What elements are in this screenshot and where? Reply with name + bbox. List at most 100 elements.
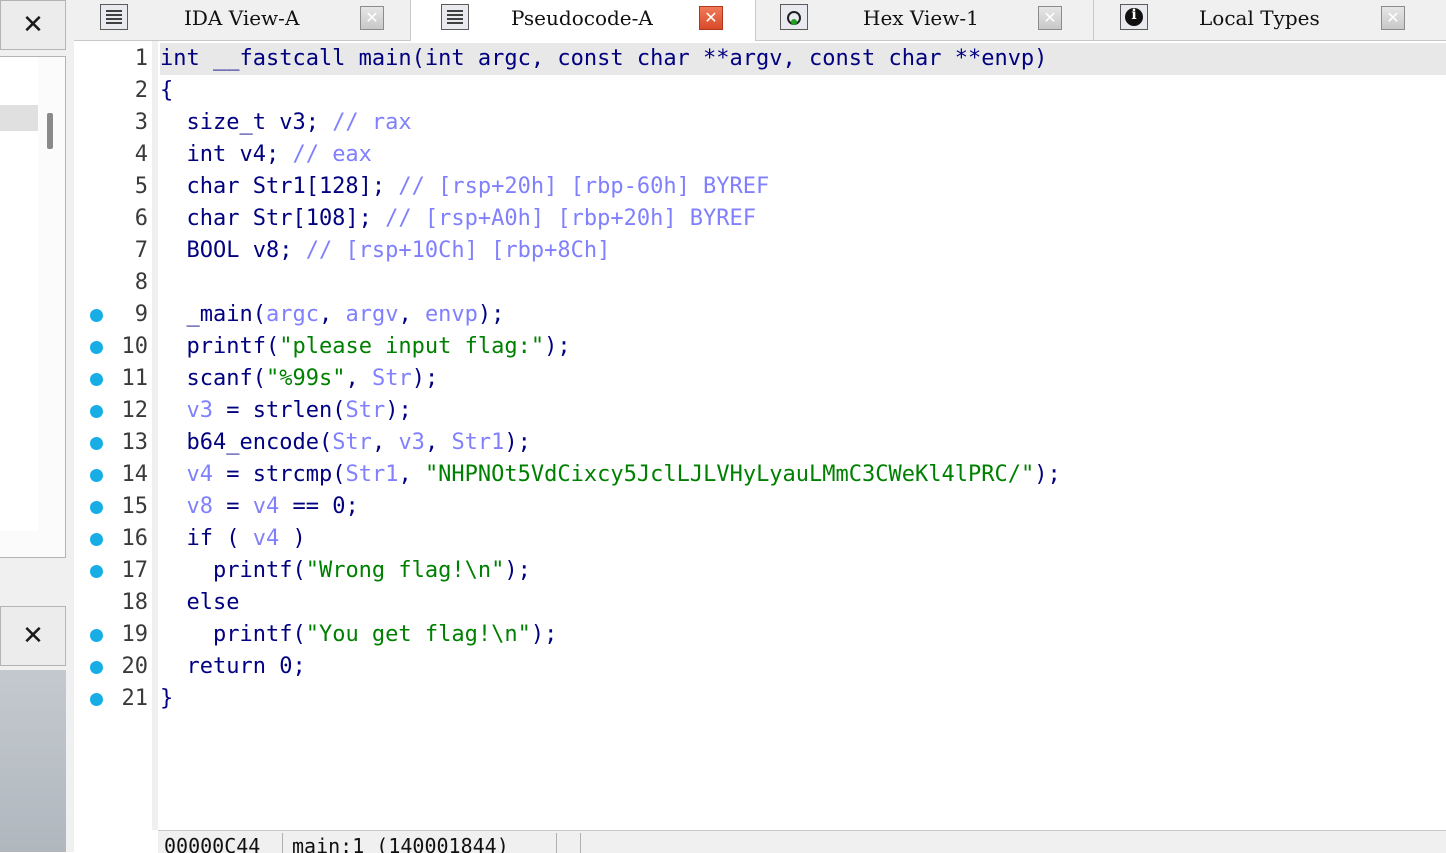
breakpoint-dot-icon[interactable] xyxy=(90,661,103,674)
code-line[interactable]: char Str1[128]; // [rsp+20h] [rbp-60h] B… xyxy=(160,171,1446,203)
code-token[interactable]: size_t v3; xyxy=(160,110,332,135)
code-line[interactable]: v4 = strcmp(Str1, "NHPNOt5VdCixcy5JclLJL… xyxy=(160,459,1446,491)
selected-list-item[interactable] xyxy=(0,105,38,131)
code-token[interactable]: "Wrong flag!\n" xyxy=(306,558,505,583)
code-token[interactable]: ); xyxy=(385,398,412,423)
line-number-row[interactable]: 8 xyxy=(74,267,152,299)
code-token[interactable]: Str xyxy=(332,430,372,455)
code-token[interactable]: // [rsp+10Ch] [rbp+8Ch] xyxy=(306,238,611,263)
code-token[interactable]: , xyxy=(319,302,346,327)
line-number-row[interactable]: 10 xyxy=(74,331,152,363)
code-token[interactable]: // rax xyxy=(332,110,411,135)
code-token[interactable]: , xyxy=(345,366,372,391)
breakpoint-dot-icon[interactable] xyxy=(90,629,103,642)
code-token[interactable]: Str xyxy=(345,398,385,423)
close-icon[interactable]: ✕ xyxy=(1038,6,1062,30)
code-token[interactable]: Str xyxy=(372,366,412,391)
code-token[interactable]: // [rsp+20h] [rbp-60h] BYREF xyxy=(398,174,769,199)
line-number-row[interactable]: 6 xyxy=(74,203,152,235)
line-number-row[interactable]: 14 xyxy=(74,459,152,491)
code-token[interactable]: v3 xyxy=(187,398,214,423)
code-line[interactable]: _main(argc, argv, envp); xyxy=(160,299,1446,331)
code-line[interactable]: return 0; xyxy=(160,651,1446,683)
breakpoint-dot-icon[interactable] xyxy=(90,533,103,546)
panel-close-button[interactable]: ✕ xyxy=(0,0,66,50)
code-token[interactable]: v4 xyxy=(253,526,280,551)
breakpoint-dot-icon[interactable] xyxy=(90,501,103,514)
code-token[interactable]: _main( xyxy=(160,302,265,327)
close-icon[interactable]: ✕ xyxy=(1381,6,1405,30)
breakpoint-dot-icon[interactable] xyxy=(90,373,103,386)
code-line[interactable]: b64_encode(Str, v3, Str1); xyxy=(160,427,1446,459)
code-line[interactable]: BOOL v8; // [rsp+10Ch] [rbp+8Ch] xyxy=(160,235,1446,267)
line-number-row[interactable]: 19 xyxy=(74,619,152,651)
code-line[interactable]: printf("Wrong flag!\n"); xyxy=(160,555,1446,587)
code-token[interactable]: printf( xyxy=(160,334,279,359)
code-token[interactable]: printf( xyxy=(160,622,306,647)
code-token[interactable]: int v4; xyxy=(160,142,292,167)
tab-ida-view-a[interactable]: IDA View-A ✕ xyxy=(74,0,411,40)
code-token[interactable]: // eax xyxy=(292,142,371,167)
tab-local-types[interactable]: Local Types ✕ xyxy=(1094,0,1446,40)
line-number-row[interactable]: 20 xyxy=(74,651,152,683)
line-number-row[interactable]: 1 xyxy=(74,43,152,75)
code-token[interactable]: v4 xyxy=(253,494,280,519)
code-line[interactable]: printf("You get flag!\n"); xyxy=(160,619,1446,651)
code-token[interactable]: // [rsp+A0h] [rbp+20h] BYREF xyxy=(385,206,756,231)
code-line[interactable]: if ( v4 ) xyxy=(160,523,1446,555)
code-token[interactable]: ); xyxy=(1034,462,1061,487)
code-token[interactable]: ); xyxy=(504,558,531,583)
code-token[interactable]: "please input flag:" xyxy=(279,334,544,359)
code-token[interactable]: , xyxy=(372,430,399,455)
code-line[interactable]: printf("please input flag:"); xyxy=(160,331,1446,363)
line-number-row[interactable]: 13 xyxy=(74,427,152,459)
vertical-scrollbar-thumb[interactable] xyxy=(47,113,53,149)
breakpoint-dot-icon[interactable] xyxy=(90,405,103,418)
line-number-gutter[interactable]: 1 2 3 4 5 6 7 8 9 10 11 12 13 14 15 16 17 18 19 20 21 xyxy=(74,41,152,830)
line-number-row[interactable]: 16 xyxy=(74,523,152,555)
line-number-row[interactable]: 12 xyxy=(74,395,152,427)
line-number-row[interactable]: 2 xyxy=(74,75,152,107)
line-number-row[interactable]: 7 xyxy=(74,235,152,267)
code-token[interactable] xyxy=(160,398,187,423)
tab-pseudocode-a[interactable]: Pseudocode-A ✕ xyxy=(411,0,756,41)
line-number-row[interactable]: 11 xyxy=(74,363,152,395)
breakpoint-dot-icon[interactable] xyxy=(90,437,103,450)
code-token[interactable]: v4 xyxy=(187,462,214,487)
code-token[interactable]: char Str[108]; xyxy=(160,206,385,231)
line-number-row[interactable]: 18 xyxy=(74,587,152,619)
code-token[interactable]: else xyxy=(160,590,239,615)
code-token[interactable]: { xyxy=(160,78,173,103)
code-token[interactable]: } xyxy=(160,686,173,711)
code-token[interactable]: , xyxy=(425,430,452,455)
code-token[interactable]: = strlen( xyxy=(213,398,345,423)
line-number-row[interactable]: 3 xyxy=(74,107,152,139)
line-number-row[interactable]: 15 xyxy=(74,491,152,523)
code-token[interactable]: argv xyxy=(345,302,398,327)
code-line[interactable]: else xyxy=(160,587,1446,619)
close-icon[interactable]: ✕ xyxy=(360,6,384,30)
code-token[interactable]: ) xyxy=(279,526,305,551)
code-line[interactable]: int v4; // eax xyxy=(160,139,1446,171)
secondary-panel-close-button[interactable]: ✕ xyxy=(0,606,66,666)
code-token[interactable]: scanf( xyxy=(160,366,265,391)
code-token[interactable]: ); xyxy=(412,366,439,391)
line-number-row[interactable]: 17 xyxy=(74,555,152,587)
breakpoint-dot-icon[interactable] xyxy=(90,469,103,482)
breakpoint-dot-icon[interactable] xyxy=(90,309,103,322)
code-token[interactable]: , xyxy=(398,302,425,327)
code-line[interactable]: v3 = strlen(Str); xyxy=(160,395,1446,427)
breakpoint-dot-icon[interactable] xyxy=(90,693,103,706)
line-number-row[interactable]: 9 xyxy=(74,299,152,331)
code-token[interactable]: = xyxy=(213,494,253,519)
code-token[interactable]: argc xyxy=(266,302,319,327)
code-token[interactable]: == 0; xyxy=(279,494,358,519)
code-token[interactable]: = strcmp( xyxy=(213,462,345,487)
code-token[interactable]: ); xyxy=(504,430,531,455)
code-token[interactable]: v8 xyxy=(187,494,214,519)
code-token[interactable]: "%99s" xyxy=(266,366,345,391)
code-token[interactable] xyxy=(160,462,187,487)
breakpoint-dot-icon[interactable] xyxy=(90,565,103,578)
code-line[interactable]: } xyxy=(160,683,1446,715)
line-number-row[interactable]: 5 xyxy=(74,171,152,203)
